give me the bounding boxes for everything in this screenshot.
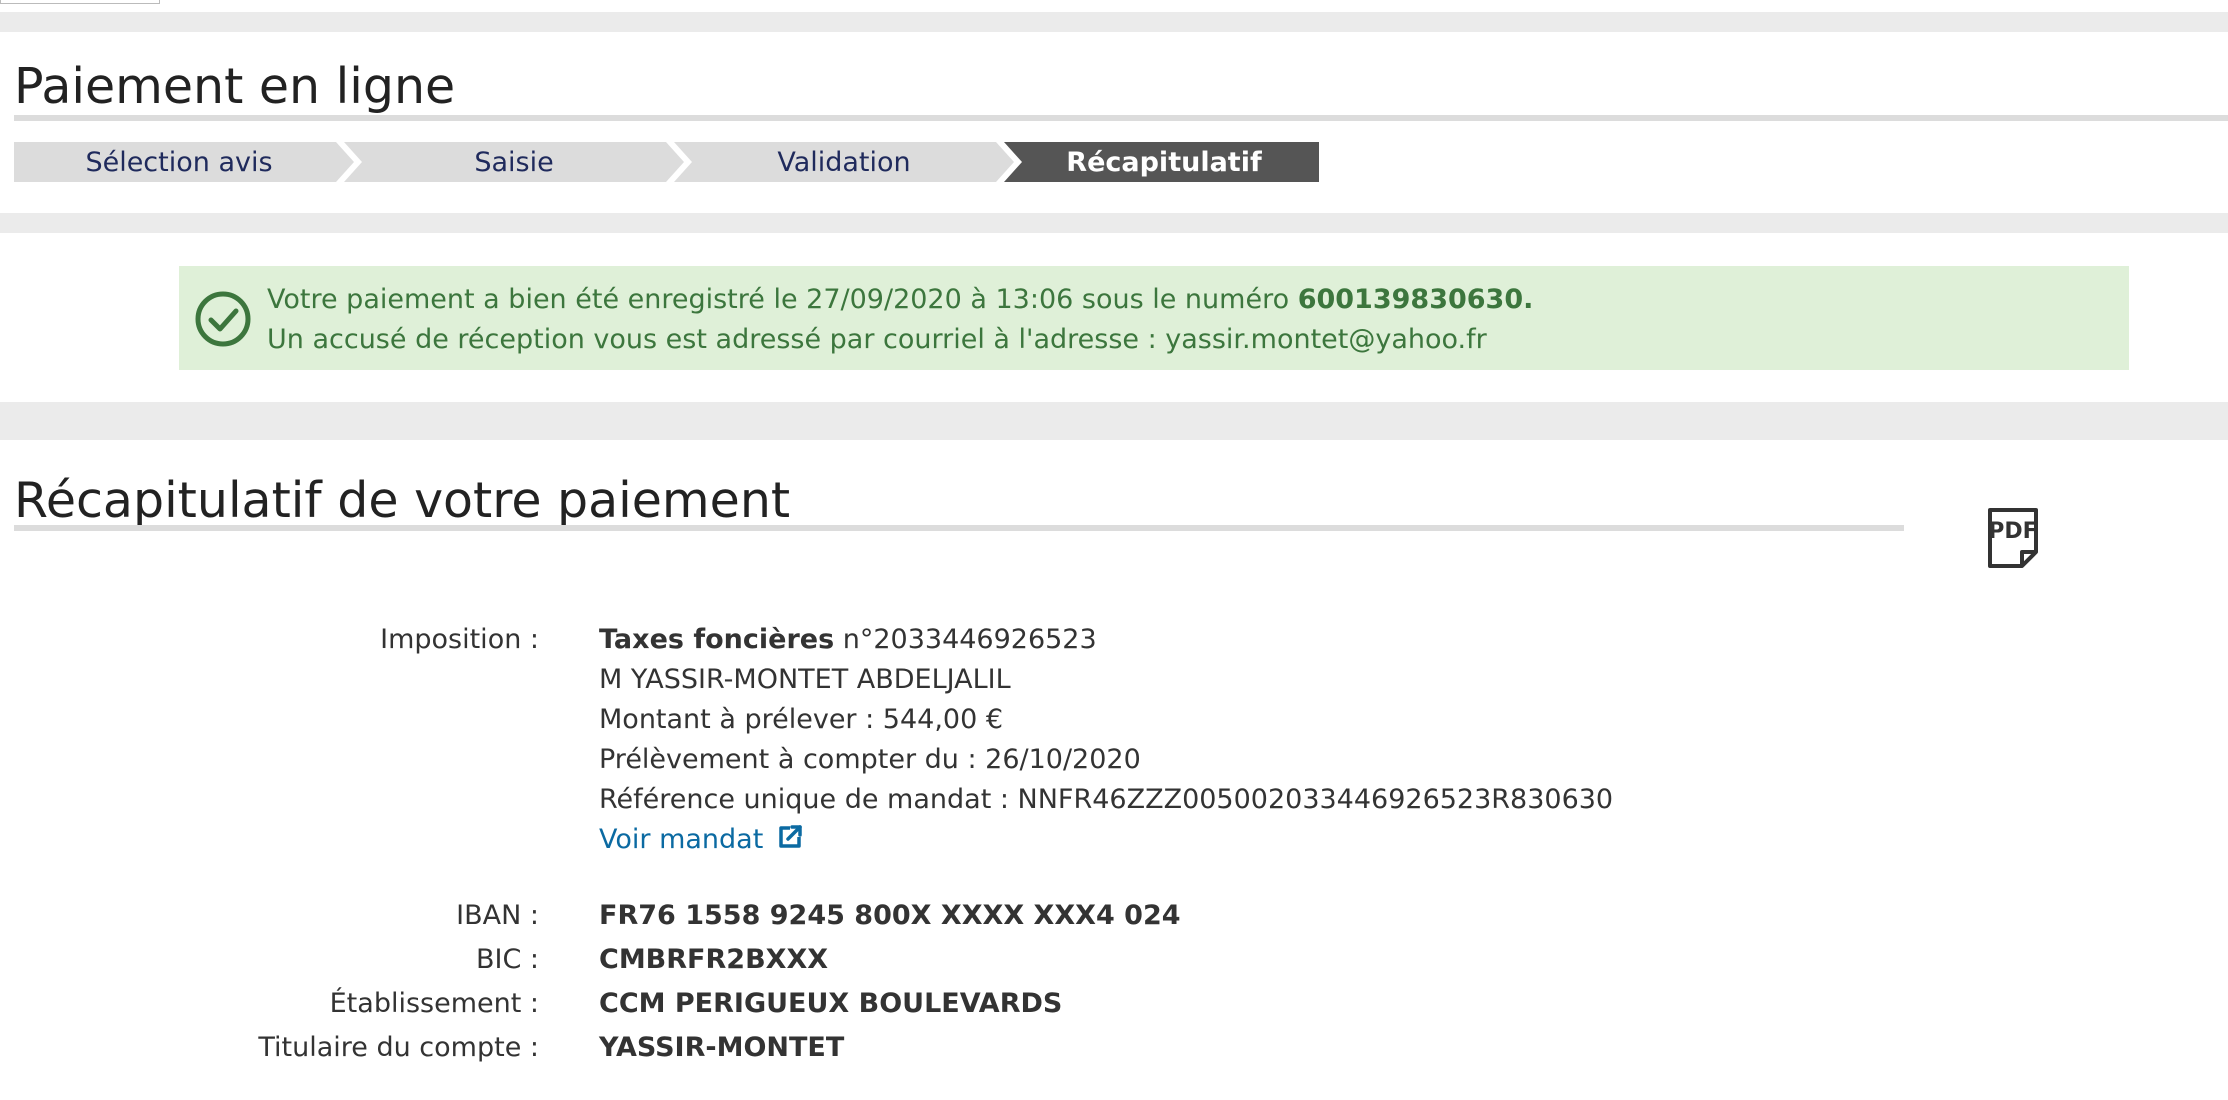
holder-name: M YASSIR-MONTET ABDELJALIL [599, 664, 1011, 695]
account-holder-value: YASSIR-MONTET [599, 1032, 845, 1063]
bank-value: CCM PERIGUEUX BOULEVARDS [599, 988, 1063, 1019]
voir-mandat-label: Voir mandat [599, 824, 764, 855]
alert-message: Votre paiement a bien été enregistré le … [267, 280, 1533, 360]
bic-label: BIC : [475, 944, 539, 975]
step-saisie: Saisie [474, 146, 554, 178]
iban-label: IBAN : [456, 900, 539, 931]
alert-line-2: Un accusé de réception vous est adressé … [267, 324, 1487, 355]
payment-number: 600139830630. [1297, 284, 1534, 315]
mandate-link-row: Voir mandat [599, 820, 804, 860]
section-divider [0, 213, 2228, 233]
imposition-value: Taxes foncières n°2033446926523 [599, 620, 1097, 660]
check-circle-icon [195, 291, 251, 347]
alert-line-1: Votre paiement a bien été enregistré le … [267, 280, 1533, 320]
step-recapitulatif: Récapitulatif [1066, 146, 1262, 178]
step-selection-avis: Sélection avis [85, 146, 273, 178]
summary-title-underline [14, 525, 1904, 531]
section-divider [0, 402, 2228, 440]
tax-type: Taxes foncières [599, 624, 835, 655]
svg-text:PDF: PDF [1988, 519, 2037, 544]
bank-label: Établissement : [329, 988, 539, 1019]
page-title: Paiement en ligne [14, 58, 456, 115]
tax-number: n°2033446926523 [834, 624, 1097, 655]
account-holder-label: Titulaire du compte : [258, 1032, 539, 1063]
pdf-icon[interactable]: PDF [1986, 506, 2042, 570]
amount: Montant à prélever : 544,00 € [599, 704, 1004, 735]
bic-value: CMBRFR2BXXX [599, 944, 829, 975]
imposition-label: Imposition : [380, 624, 539, 655]
external-link-icon [779, 825, 802, 848]
start-date: Prélèvement à compter du : 26/10/2020 [599, 744, 1141, 775]
success-alert: Votre paiement a bien été enregistré le … [179, 266, 2129, 370]
section-divider [0, 12, 2228, 32]
alert-line-1-text: Votre paiement a bien été enregistré le … [267, 284, 1298, 315]
voir-mandat-link[interactable]: Voir mandat [599, 824, 804, 855]
iban-value: FR76 1558 9245 800X XXXX XXX4 024 [599, 900, 1181, 931]
title-underline [14, 115, 2228, 121]
step-validation: Validation [777, 146, 911, 178]
top-tab[interactable] [0, 0, 160, 4]
mandate-reference: Référence unique de mandat : NNFR46ZZZ00… [599, 784, 1614, 815]
